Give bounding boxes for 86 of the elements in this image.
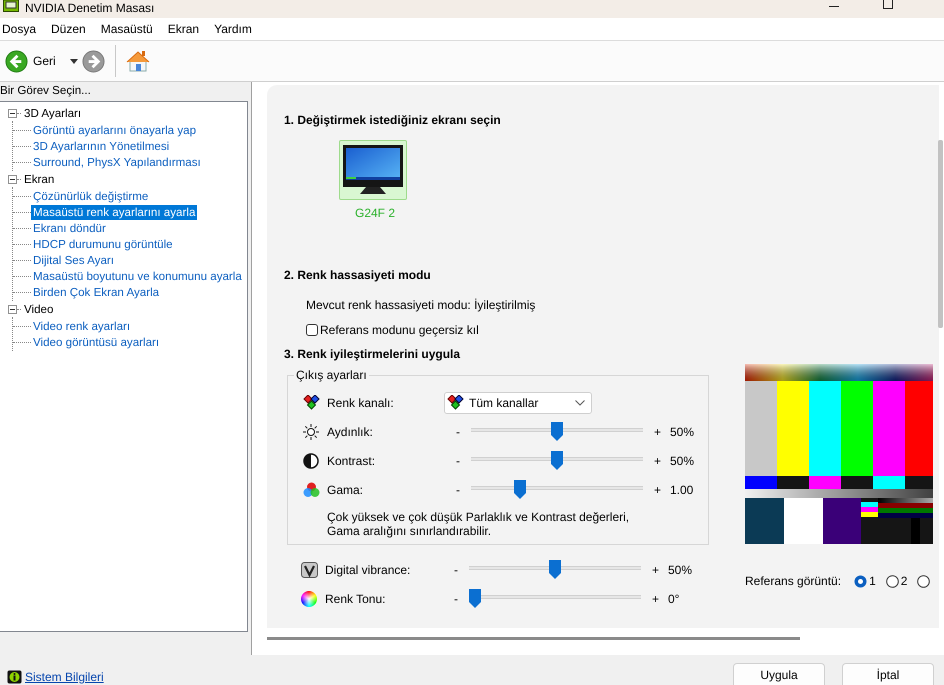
slider-thumb[interactable]: [551, 422, 563, 441]
collapse-icon[interactable]: [8, 304, 17, 314]
panel-heading: Bir Görev Seçin...: [0, 83, 92, 99]
tree-item[interactable]: Video: [23, 302, 54, 316]
minus-label: -: [456, 454, 461, 468]
plus-label: +: [654, 424, 662, 438]
slider-thumb[interactable]: [469, 589, 481, 608]
channel-dropdown[interactable]: Tüm kanallar: [444, 392, 592, 414]
section-title: 2. Renk hassasiyeti modu: [284, 268, 432, 282]
color-wheel-icon: [301, 590, 317, 606]
menu-item[interactable]: Ekran: [166, 21, 200, 37]
tree-item[interactable]: 3D Ayarlarının Yönetilmesi: [31, 138, 172, 154]
tree-item[interactable]: Surround, PhysX Yapılandırması: [31, 154, 203, 170]
chevron-badge-icon: [301, 562, 318, 578]
slider-label: Renk Tonu:: [325, 592, 386, 606]
tree-item[interactable]: HDCP durumunu görüntüle: [31, 236, 175, 252]
slider-thumb[interactable]: [514, 480, 526, 499]
slider-label: Digital vibrance:: [325, 562, 412, 576]
menu-item[interactable]: Dosya: [1, 21, 38, 37]
minus-label: -: [454, 592, 459, 606]
minus-label: -: [454, 562, 459, 576]
slider-reading: 50%: [670, 424, 696, 438]
display-label: G24F 2: [355, 206, 396, 220]
app-icon: [3, 0, 19, 12]
radio-button[interactable]: [886, 574, 899, 588]
minus-label: -: [456, 482, 461, 496]
color-circles-icon: [303, 482, 320, 498]
radio-label: 2: [900, 574, 908, 588]
slider-label: Aydınlık:: [327, 424, 374, 438]
info-icon: [7, 670, 22, 684]
section-title: 1. Değiştirmek istediğiniz ekranı seçin: [284, 113, 502, 127]
back-button[interactable]: Geri: [5, 50, 56, 72]
reference-label: Referans görüntü:: [745, 574, 842, 588]
plus-label: +: [652, 592, 660, 606]
slider-reading: 50%: [668, 562, 694, 576]
radio-button[interactable]: [917, 574, 930, 588]
tree-item[interactable]: Çözünürlük değiştirme: [31, 188, 150, 204]
slider-reading: 0°: [668, 592, 680, 606]
plus-label: +: [654, 482, 662, 496]
menu-item[interactable]: Masaüstü: [100, 21, 154, 37]
checkbox[interactable]: [306, 324, 318, 336]
tree-item[interactable]: Masaüstü renk ayarlarını ayarla: [31, 204, 198, 220]
minus-label: -: [456, 424, 461, 438]
display-tile[interactable]: [339, 140, 407, 200]
sun-icon: [303, 424, 319, 440]
menu-item[interactable]: Düzen: [50, 21, 87, 37]
system-info-link[interactable]: Sistem Bilgileri: [25, 670, 104, 684]
tree-item[interactable]: Birden Çok Ekran Ayarla: [31, 284, 162, 300]
slider-reading: 1.00: [670, 482, 694, 496]
slider-thumb[interactable]: [551, 451, 563, 470]
plus-label: +: [654, 454, 662, 468]
slider-reading: 50%: [670, 454, 696, 468]
contrast-icon: [303, 452, 319, 468]
collapse-icon[interactable]: [8, 174, 17, 184]
slider-thumb[interactable]: [549, 560, 561, 579]
tree-item[interactable]: Ekranı döndür: [31, 220, 108, 236]
tree-item[interactable]: Ekran: [23, 172, 56, 186]
tree-item[interactable]: Görüntü ayarlarını önayarla yap: [31, 122, 198, 138]
slider-label: Gama:: [327, 482, 364, 496]
channel-label: Renk kanalı:: [327, 396, 395, 410]
section-title: 3. Renk iyileştirmelerini uygula: [284, 347, 462, 361]
group-title: Çıkış ayarları: [295, 368, 368, 382]
tree-item[interactable]: Masaüstü boyutunu ve konumunu ayarla: [31, 268, 244, 284]
collapse-icon[interactable]: [8, 108, 17, 118]
tree-item[interactable]: Dijital Ses Ayarı: [31, 252, 116, 268]
chevron-down-icon: [575, 400, 585, 406]
maximize-icon[interactable]: [883, 0, 893, 9]
radio-button[interactable]: [854, 574, 868, 588]
current-mode-text: Mevcut renk hassasiyeti modu: İyileştirilmiş: [306, 298, 536, 312]
vertical-scrollbar[interactable]: [938, 140, 943, 328]
monitor-icon: [342, 144, 404, 196]
window-title: NVIDIA Denetim Masası: [25, 1, 154, 15]
checkbox-label: Referans modunu geçersiz kıl: [320, 323, 479, 337]
color-diamonds-icon: [303, 395, 320, 410]
slider-label: Kontrast:: [327, 454, 376, 468]
horizontal-scrollbar[interactable]: [267, 637, 800, 640]
radio-label: 1: [869, 574, 876, 588]
tree-item[interactable]: Video renk ayarları: [31, 318, 132, 334]
plus-label: +: [652, 562, 660, 576]
color-diamonds-icon: [447, 395, 464, 410]
tree-item[interactable]: 3D Ayarları: [23, 106, 82, 120]
note-text: Çok yüksek ve çok düşük Parlaklık ve Kontrast değerleri, Gama aralığını sınırlandırabilir.: [327, 510, 630, 538]
tree-item[interactable]: Video görüntüsü ayarları: [31, 334, 162, 350]
menu-item[interactable]: Yardım: [213, 21, 253, 37]
caret-icon[interactable]: [70, 58, 78, 64]
home-icon[interactable]: [126, 49, 150, 73]
